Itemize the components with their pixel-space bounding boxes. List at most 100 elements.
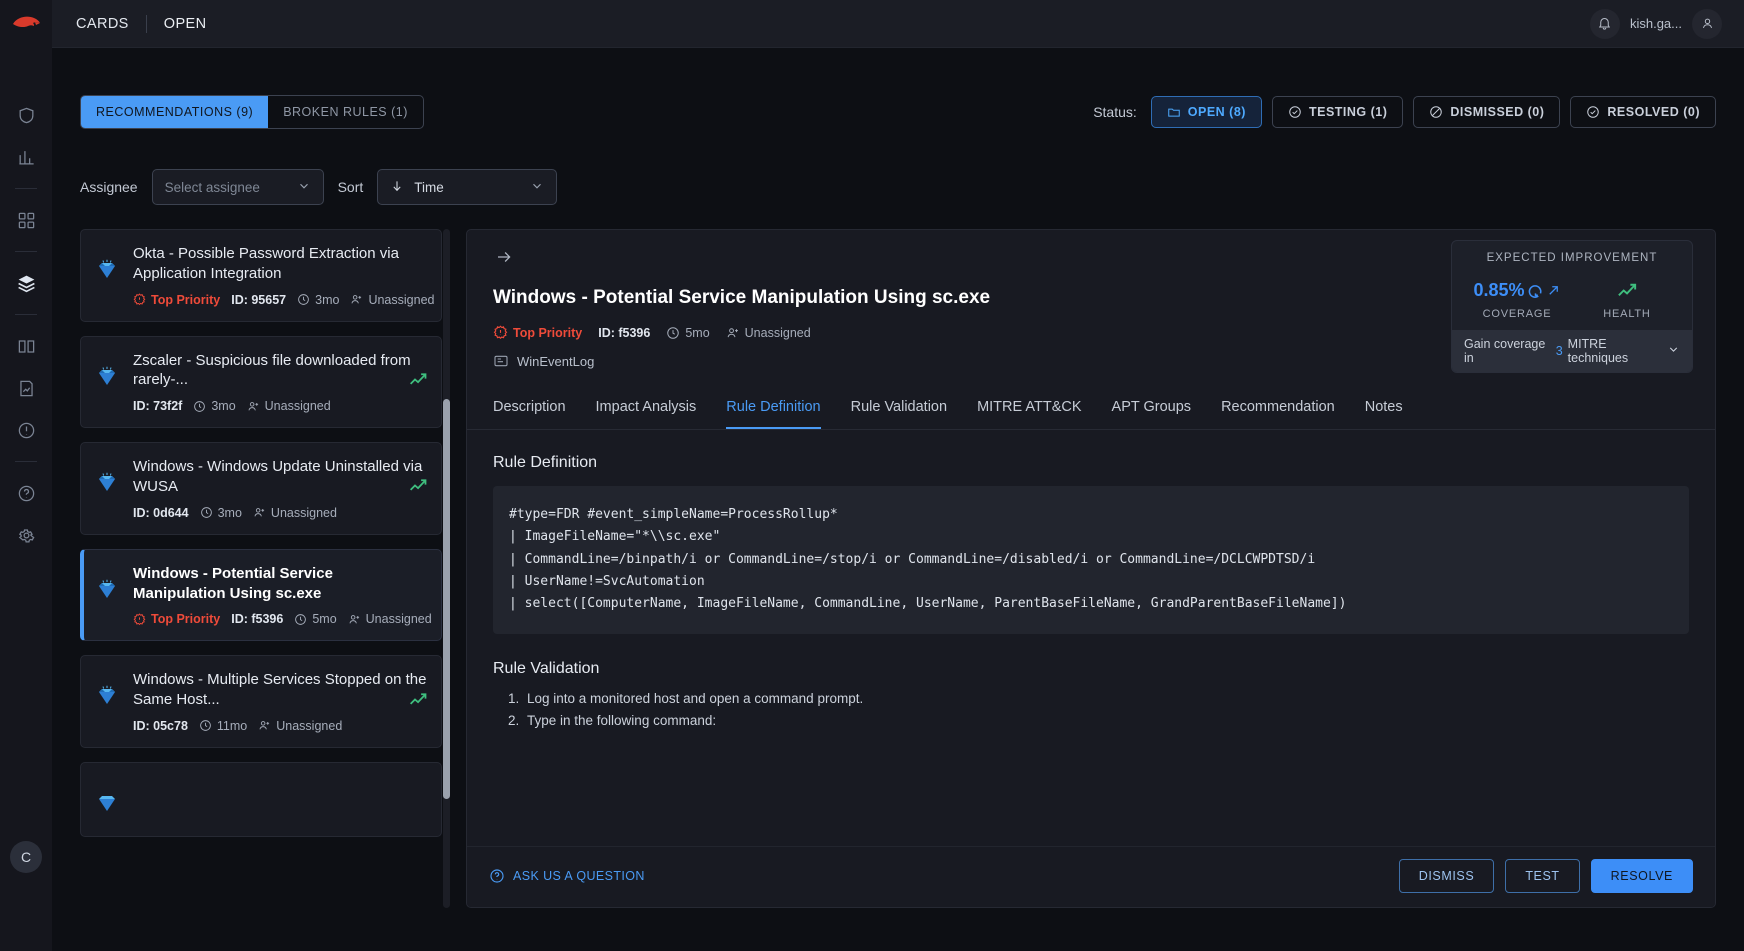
check-circle-icon bbox=[1288, 105, 1302, 119]
breadcrumb-cards[interactable]: CARDS bbox=[76, 16, 129, 32]
tab-description[interactable]: Description bbox=[493, 389, 566, 429]
coverage-label: COVERAGE bbox=[1462, 308, 1572, 320]
list-item[interactable]: Okta - Possible Password Extraction via … bbox=[80, 229, 442, 322]
diamond-icon bbox=[93, 670, 123, 733]
tab-rule-validation[interactable]: Rule Validation bbox=[851, 389, 947, 429]
coverage-value: 0.85% bbox=[1473, 280, 1524, 301]
tab-impact-analysis[interactable]: Impact Analysis bbox=[596, 389, 697, 429]
rule-validation-steps: Log into a monitored host and open a com… bbox=[523, 688, 1689, 733]
list-item-body bbox=[133, 777, 427, 822]
rail-divider bbox=[15, 314, 37, 315]
list-item-assignee: Unassigned bbox=[258, 719, 342, 733]
gain-coverage-expander[interactable]: Gain coverage in 3 MITRE techniques bbox=[1452, 330, 1692, 372]
filter-row: Assignee Select assignee Sort Time bbox=[80, 129, 1716, 205]
list-item[interactable]: Windows - Multiple Services Stopped on t… bbox=[80, 655, 442, 748]
user-icon[interactable] bbox=[1692, 9, 1722, 39]
detail-panel: Windows - Potential Service Manipulation… bbox=[466, 229, 1716, 908]
list-item-body: Windows - Multiple Services Stopped on t… bbox=[133, 670, 427, 733]
priority-icon bbox=[133, 613, 146, 626]
assign-user-icon bbox=[258, 719, 271, 732]
detail-footer: ASK US A QUESTION DISMISS TEST RESOLVE bbox=[467, 846, 1715, 907]
footer-actions: DISMISS TEST RESOLVE bbox=[1399, 859, 1693, 893]
sidebar-item-alerts[interactable] bbox=[0, 409, 52, 451]
tab-notes[interactable]: Notes bbox=[1365, 389, 1403, 429]
breadcrumb-open[interactable]: OPEN bbox=[164, 16, 207, 32]
gauge-icon bbox=[1527, 282, 1544, 299]
slash-circle-icon bbox=[1429, 105, 1443, 119]
sidebar-item-reports[interactable] bbox=[0, 367, 52, 409]
list-item-age: 3mo bbox=[193, 399, 235, 413]
list-item-assignee: Unassigned bbox=[247, 399, 331, 413]
list-item[interactable]: Windows - Windows Update Uninstalled via… bbox=[80, 442, 442, 535]
priority-label: Top Priority bbox=[513, 326, 582, 340]
expected-improvement-metrics: 0.85% COVERAGE bbox=[1452, 277, 1692, 330]
list-item-body: Windows - Potential Service Manipulation… bbox=[133, 564, 427, 627]
view-tabs: RECOMMENDATIONS (9) BROKEN RULES (1) bbox=[80, 95, 424, 129]
assignee-select[interactable]: Select assignee bbox=[152, 169, 324, 205]
assign-user-icon bbox=[350, 293, 363, 306]
app-logo[interactable] bbox=[0, 0, 52, 48]
coverage-value-row: 0.85% bbox=[1462, 277, 1572, 303]
username-label[interactable]: kish.ga... bbox=[1630, 16, 1682, 31]
diamond-icon bbox=[93, 457, 123, 520]
bell-icon[interactable] bbox=[1590, 9, 1620, 39]
arrow-right-icon[interactable] bbox=[493, 249, 515, 271]
tab-apt-groups[interactable]: APT Groups bbox=[1112, 389, 1192, 429]
health-label: HEALTH bbox=[1572, 308, 1682, 320]
dismiss-button[interactable]: DISMISS bbox=[1399, 859, 1495, 893]
ask-us-a-question-button[interactable]: ASK US A QUESTION bbox=[489, 868, 645, 884]
list-item-id: ID: 95657 bbox=[231, 293, 286, 307]
priority-icon bbox=[493, 325, 508, 340]
list-item-id: ID: 0d644 bbox=[133, 506, 189, 520]
list-item-title: Windows - Windows Update Uninstalled via… bbox=[133, 457, 427, 497]
list-item-age: 11mo bbox=[199, 719, 247, 733]
trend-up-icon bbox=[408, 475, 429, 501]
status-chip-dismissed[interactable]: DISMISSED (0) bbox=[1413, 96, 1560, 128]
list-item: Type in the following command: bbox=[523, 710, 1689, 733]
list-item-assignee: Unassigned bbox=[350, 293, 434, 307]
sidebar-item-shield[interactable] bbox=[0, 94, 52, 136]
priority-label: Top Priority bbox=[151, 293, 220, 307]
test-button[interactable]: TEST bbox=[1505, 859, 1579, 893]
list-item-meta: Top Priority ID: f5396 5mo bbox=[133, 612, 427, 626]
detail-assignee[interactable]: Unassigned bbox=[726, 326, 811, 340]
top-bar-right: kish.ga... bbox=[1590, 9, 1722, 39]
list-item: Log into a monitored host and open a com… bbox=[523, 688, 1689, 711]
sidebar-item-analytics[interactable] bbox=[0, 136, 52, 178]
resolve-button[interactable]: RESOLVE bbox=[1591, 859, 1693, 893]
sidebar-item-settings[interactable] bbox=[0, 514, 52, 556]
expected-improvement-heading: EXPECTED IMPROVEMENT bbox=[1452, 252, 1692, 264]
view-tab-row: RECOMMENDATIONS (9) BROKEN RULES (1) Sta… bbox=[80, 48, 1716, 129]
status-chip-resolved[interactable]: RESOLVED (0) bbox=[1570, 96, 1716, 128]
recommendation-list: Okta - Possible Password Extraction via … bbox=[80, 229, 452, 908]
top-bar: CARDS OPEN kish.ga... bbox=[52, 0, 1744, 48]
sidebar-item-dashboard[interactable] bbox=[0, 199, 52, 241]
tab-rule-definition[interactable]: Rule Definition bbox=[726, 389, 820, 429]
detail-header: Windows - Potential Service Manipulation… bbox=[467, 230, 1715, 389]
chevron-down-icon bbox=[1667, 343, 1680, 359]
list-scrollbar-thumb[interactable] bbox=[443, 399, 450, 799]
list-item-title: Windows - Potential Service Manipulation… bbox=[133, 564, 427, 604]
status-chip-open[interactable]: OPEN (8) bbox=[1151, 96, 1262, 128]
priority-badge: Top Priority bbox=[133, 293, 220, 307]
rail-user-avatar[interactable]: C bbox=[10, 841, 42, 873]
rule-validation-heading: Rule Validation bbox=[493, 660, 1689, 678]
tab-broken-rules[interactable]: BROKEN RULES (1) bbox=[268, 96, 423, 128]
assignee-select-value: Select assignee bbox=[165, 180, 260, 195]
trend-up-icon bbox=[1616, 279, 1639, 302]
sidebar-item-cards[interactable] bbox=[0, 262, 52, 304]
tab-recommendations[interactable]: RECOMMENDATIONS (9) bbox=[81, 96, 268, 128]
sort-select[interactable]: Time bbox=[377, 169, 557, 205]
status-chip-testing[interactable]: TESTING (1) bbox=[1272, 96, 1403, 128]
list-item[interactable] bbox=[80, 762, 442, 837]
sort-select-value: Time bbox=[414, 180, 444, 195]
list-item-selected[interactable]: Windows - Potential Service Manipulation… bbox=[80, 549, 442, 642]
tab-recommendation[interactable]: Recommendation bbox=[1221, 389, 1335, 429]
detail-source-label: WinEventLog bbox=[517, 354, 594, 369]
expected-improvement-panel: EXPECTED IMPROVEMENT 0.85% COVERAGE bbox=[1451, 240, 1693, 373]
sidebar-item-help[interactable] bbox=[0, 472, 52, 514]
rule-definition-code: #type=FDR #event_simpleName=ProcessRollu… bbox=[493, 486, 1689, 634]
list-item[interactable]: Zscaler - Suspicious file downloaded fro… bbox=[80, 336, 442, 429]
tab-mitre-attack[interactable]: MITRE ATT&CK bbox=[977, 389, 1081, 429]
sidebar-item-library[interactable] bbox=[0, 325, 52, 367]
